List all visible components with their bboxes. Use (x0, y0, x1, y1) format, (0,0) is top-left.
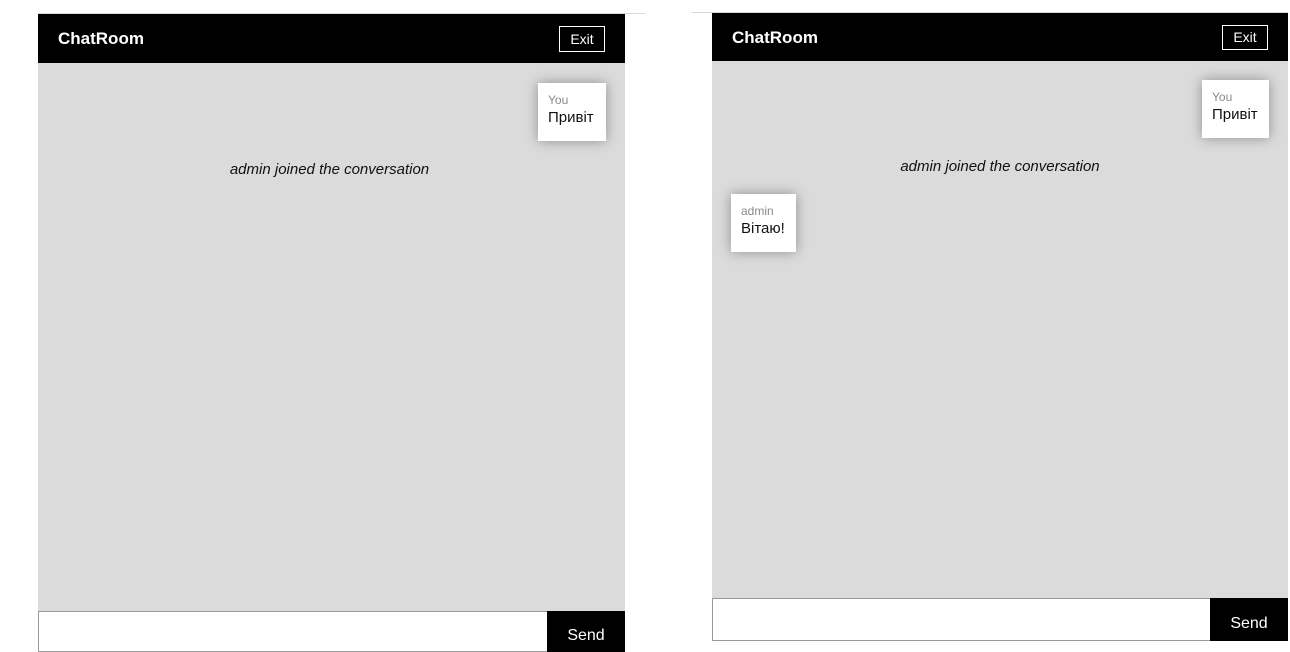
chat-header: ChatRoom Exit (712, 13, 1288, 61)
exit-button[interactable]: Exit (1222, 25, 1268, 50)
chat-window-2: ChatRoom Exit You Привіт admin joined th… (712, 13, 1288, 641)
message-composer: Send (38, 611, 625, 652)
send-button[interactable]: Send (547, 611, 625, 652)
message-author: admin (741, 204, 774, 218)
message-text: Вітаю! (741, 220, 785, 237)
app-title: ChatRoom (732, 28, 818, 47)
message-list: You Привіт admin joined the conversation… (712, 61, 1288, 598)
exit-button[interactable]: Exit (559, 26, 605, 52)
system-message: admin joined the conversation (229, 161, 430, 178)
message-list: You Привіт admin joined the conversation (38, 63, 625, 611)
incoming-message: admin Вітаю! (731, 194, 796, 252)
chat-window-1: ChatRoom Exit You Привіт admin joined th… (38, 14, 625, 652)
message-input[interactable] (712, 598, 1210, 641)
outgoing-message: You Привіт (538, 83, 606, 141)
message-author: You (548, 93, 569, 107)
app-title: ChatRoom (58, 29, 144, 48)
message-text: Привіт (1212, 106, 1258, 123)
system-message: admin joined the conversation (900, 158, 1100, 175)
message-input[interactable] (38, 611, 547, 652)
message-composer: Send (712, 598, 1288, 641)
send-button[interactable]: Send (1210, 598, 1288, 641)
message-author: You (1212, 90, 1233, 104)
outgoing-message: You Привіт (1202, 80, 1269, 138)
chat-header: ChatRoom Exit (38, 14, 625, 63)
message-text: Привіт (548, 109, 594, 126)
